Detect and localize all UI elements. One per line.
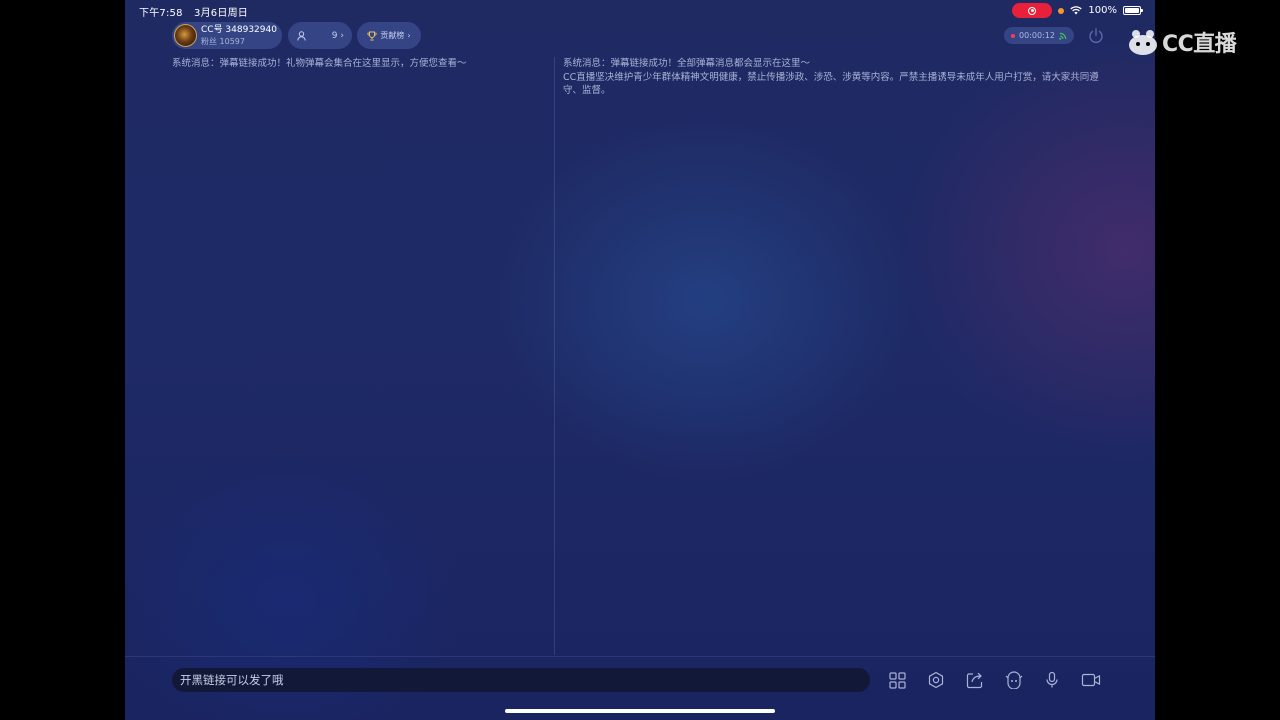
grid-icon[interactable] bbox=[886, 669, 908, 691]
chat-message-list: 系统消息：弹幕链接成功！全部弹幕消息都会显示在这里～ CC直播坚决维护青少年群体… bbox=[563, 57, 1103, 98]
record-icon bbox=[1028, 6, 1037, 15]
trophy-icon bbox=[367, 31, 377, 40]
cc-watermark: CC直播 bbox=[1128, 26, 1237, 58]
contribution-rank-button[interactable]: 贡献榜 › bbox=[357, 22, 421, 49]
live-stream-screen: 下午7:58 3月6日周日 100% CC号 348932940 粉丝 1059… bbox=[125, 0, 1155, 720]
privacy-indicator-dot bbox=[1058, 7, 1065, 14]
status-bar-left: 下午7:58 3月6日周日 bbox=[139, 4, 256, 19]
signal-icon bbox=[1059, 32, 1067, 40]
cc-logo-icon bbox=[1129, 30, 1157, 55]
anchor-info-pill[interactable]: CC号 348932940 粉丝 10597 bbox=[172, 22, 282, 49]
anchor-fans-count: 粉丝 10597 bbox=[201, 36, 245, 46]
anchor-text: CC号 348932940 粉丝 10597 bbox=[201, 25, 277, 47]
viewer-count-button[interactable]: 9 › bbox=[288, 22, 352, 49]
column-divider bbox=[554, 57, 555, 655]
bottom-divider bbox=[125, 656, 1155, 657]
battery-icon bbox=[1123, 6, 1143, 15]
user-icon bbox=[297, 30, 306, 41]
camera-icon[interactable] bbox=[1080, 669, 1102, 691]
settings-icon[interactable] bbox=[925, 669, 947, 691]
status-time: 下午7:58 bbox=[139, 8, 183, 19]
microphone-icon[interactable] bbox=[1041, 669, 1063, 691]
live-dot-icon bbox=[1011, 33, 1016, 38]
share-icon[interactable] bbox=[964, 669, 986, 691]
chat-notice-message: CC直播坚决维护青少年群体精神文明健康，禁止传播涉政、涉恐、涉黄等内容。严禁主播… bbox=[563, 72, 1099, 96]
battery-percent: 100% bbox=[1088, 5, 1117, 16]
chat-system-message: 系统消息：弹幕链接成功！全部弹幕消息都会显示在这里～ bbox=[563, 58, 811, 69]
home-indicator[interactable] bbox=[505, 709, 775, 713]
chevron-right-icon: › bbox=[340, 30, 344, 41]
chevron-right-icon: › bbox=[407, 31, 411, 40]
status-date: 3月6日周日 bbox=[194, 8, 248, 19]
rank-label: 贡献榜 bbox=[380, 31, 405, 40]
gift-message-list: 系统消息：弹幕链接成功！礼物弹幕会集合在这里显示，方便您查看～ bbox=[172, 57, 552, 71]
gift-system-message: 系统消息：弹幕链接成功！礼物弹幕会集合在这里显示，方便您查看～ bbox=[172, 58, 467, 69]
avatar[interactable] bbox=[174, 24, 197, 47]
anchor-cc-id: CC号 348932940 bbox=[201, 24, 277, 35]
power-icon[interactable] bbox=[1087, 27, 1105, 45]
viewer-count: 9 bbox=[331, 30, 338, 41]
live-timer: 00:00:12 bbox=[1004, 27, 1074, 44]
beauty-icon[interactable] bbox=[1003, 669, 1025, 691]
wifi-icon bbox=[1070, 6, 1083, 15]
live-timer-value: 00:00:12 bbox=[1019, 31, 1055, 40]
status-bar-right: 100% bbox=[1012, 3, 1143, 18]
chat-input[interactable] bbox=[172, 668, 870, 692]
screen-recording-indicator[interactable] bbox=[1012, 3, 1053, 18]
watermark-text: CC直播 bbox=[1162, 32, 1237, 57]
